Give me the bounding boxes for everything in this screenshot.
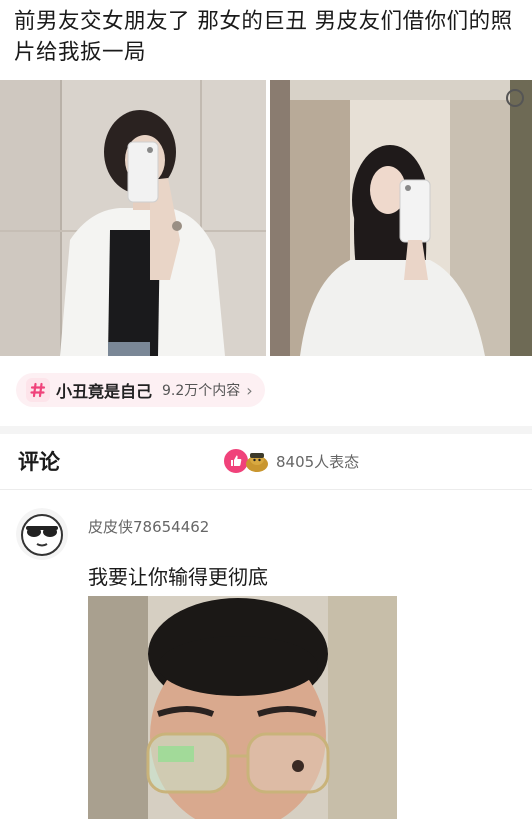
topic-count: 9.2万个内容: [162, 383, 241, 399]
topic-chip[interactable]: 小丑竟是自己 9.2万个内容 ›: [16, 373, 265, 407]
header-divider: [0, 489, 532, 490]
comment-username[interactable]: 皮皮侠78654462: [88, 516, 209, 537]
post-title: 前男友交女朋友了 那女的巨丑 男皮友们借你们的照片给我扳一局: [14, 9, 513, 65]
topic-name: 小丑竟是自己: [56, 382, 153, 401]
post-photo-right[interactable]: [270, 80, 532, 356]
post-photo-left[interactable]: [0, 80, 266, 356]
section-divider: [0, 426, 532, 434]
comments-title: 评论: [18, 450, 60, 474]
comment-text: 我要让你输得更彻底: [88, 565, 268, 589]
chevron-right-icon: ›: [246, 380, 253, 400]
avatar[interactable]: [16, 508, 68, 560]
hashtag-icon: [26, 378, 50, 402]
reaction-summary[interactable]: 8405人表态: [222, 447, 359, 475]
doge-emoji-icon: [244, 448, 270, 474]
reaction-count: 8405人表态: [276, 452, 360, 471]
comment-photo[interactable]: [88, 596, 397, 819]
